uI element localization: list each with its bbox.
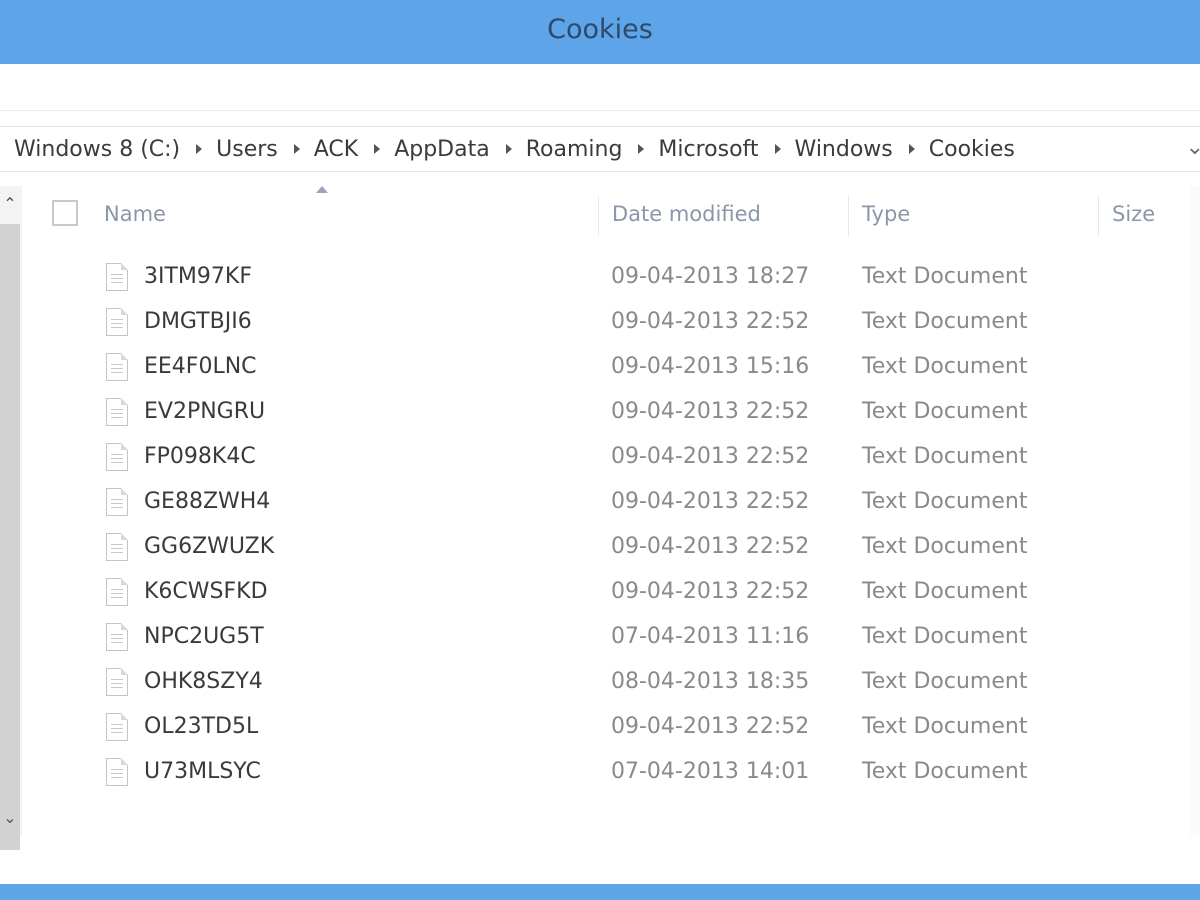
file-date-modified: 09-04-2013 22:52 xyxy=(611,714,810,739)
file-date-modified: 09-04-2013 22:52 xyxy=(611,579,810,604)
file-row[interactable]: NPC2UG5T 07-04-2013 11:16 Text Document xyxy=(0,615,1200,660)
breadcrumb-item-microsoft[interactable]: Microsoft xyxy=(658,137,758,162)
title-bar[interactable]: Cookies xyxy=(0,0,1200,64)
file-name: 3ITM97KF xyxy=(144,264,252,289)
file-row[interactable]: EV2PNGRU 09-04-2013 22:52 Text Document xyxy=(0,390,1200,435)
file-name: EE4F0LNC xyxy=(144,354,257,379)
file-date-modified: 09-04-2013 22:52 xyxy=(611,399,810,424)
file-type: Text Document xyxy=(862,399,1028,424)
column-divider[interactable] xyxy=(1098,196,1099,236)
file-date-modified: 09-04-2013 15:16 xyxy=(611,354,810,379)
breadcrumb-arrow-icon[interactable] xyxy=(196,144,203,154)
file-row[interactable]: FP098K4C 09-04-2013 22:52 Text Document xyxy=(0,435,1200,480)
file-name: K6CWSFKD xyxy=(144,579,268,604)
breadcrumb-arrow-icon[interactable] xyxy=(908,144,915,154)
file-type: Text Document xyxy=(862,669,1028,694)
breadcrumb-item-appdata[interactable]: AppData xyxy=(394,137,490,162)
text-document-icon xyxy=(106,488,128,516)
column-header-date-modified[interactable]: Date modified xyxy=(612,202,761,226)
text-document-icon xyxy=(106,353,128,381)
sort-ascending-icon xyxy=(316,186,328,193)
text-document-icon xyxy=(106,398,128,426)
file-date-modified: 07-04-2013 14:01 xyxy=(611,759,810,784)
chevron-down-icon[interactable]: ⌄ xyxy=(1186,135,1200,160)
file-name: U73MLSYC xyxy=(144,759,261,784)
text-document-icon xyxy=(106,668,128,696)
file-type: Text Document xyxy=(862,309,1028,334)
breadcrumb-item-windows[interactable]: Windows xyxy=(795,137,893,162)
file-row[interactable]: K6CWSFKD 09-04-2013 22:52 Text Document xyxy=(0,570,1200,615)
text-document-icon xyxy=(106,443,128,471)
file-row[interactable]: GE88ZWH4 09-04-2013 22:52 Text Document xyxy=(0,480,1200,525)
breadcrumb-item-ack[interactable]: ACK xyxy=(314,137,358,162)
breadcrumb-arrow-icon[interactable] xyxy=(293,144,300,154)
file-type: Text Document xyxy=(862,444,1028,469)
file-name: GG6ZWUZK xyxy=(144,534,275,559)
file-type: Text Document xyxy=(862,579,1028,604)
file-date-modified: 09-04-2013 18:27 xyxy=(611,264,810,289)
file-row[interactable]: U73MLSYC 07-04-2013 14:01 Text Document xyxy=(0,750,1200,795)
column-header-type[interactable]: Type xyxy=(862,202,910,226)
file-type: Text Document xyxy=(862,624,1028,649)
file-name: EV2PNGRU xyxy=(144,399,266,424)
ribbon xyxy=(0,64,1200,111)
breadcrumb-arrow-icon[interactable] xyxy=(638,144,645,154)
file-name: GE88ZWH4 xyxy=(144,489,271,514)
file-date-modified: 09-04-2013 22:52 xyxy=(611,489,810,514)
breadcrumb-item-users[interactable]: Users xyxy=(216,137,278,162)
window-title: Cookies xyxy=(547,14,653,45)
breadcrumb-item-cookies[interactable]: Cookies xyxy=(929,137,1015,162)
file-type: Text Document xyxy=(862,264,1028,289)
breadcrumb-arrow-icon[interactable] xyxy=(505,144,512,154)
column-header-row: Name Date modified Type Size xyxy=(0,186,1200,242)
scroll-down-icon[interactable]: ⌄ xyxy=(0,806,20,830)
file-date-modified: 09-04-2013 22:52 xyxy=(611,309,810,334)
file-row[interactable]: OL23TD5L 09-04-2013 22:52 Text Document xyxy=(0,705,1200,750)
file-row[interactable]: 3ITM97KF 09-04-2013 18:27 Text Document xyxy=(0,255,1200,300)
text-document-icon xyxy=(106,758,128,786)
text-document-icon xyxy=(106,578,128,606)
column-divider[interactable] xyxy=(598,196,599,236)
text-document-icon xyxy=(106,713,128,741)
text-document-icon xyxy=(106,263,128,291)
breadcrumb-item-roaming[interactable]: Roaming xyxy=(526,137,623,162)
file-row[interactable]: EE4F0LNC 09-04-2013 15:16 Text Document xyxy=(0,345,1200,390)
file-name: FP098K4C xyxy=(144,444,256,469)
file-row[interactable]: OHK8SZY4 08-04-2013 18:35 Text Document xyxy=(0,660,1200,705)
bottom-border xyxy=(0,884,1200,900)
file-name: OL23TD5L xyxy=(144,714,259,739)
breadcrumb-arrow-icon[interactable] xyxy=(774,144,781,154)
column-header-size[interactable]: Size xyxy=(1112,202,1155,226)
file-type: Text Document xyxy=(862,534,1028,559)
breadcrumb-arrow-icon[interactable] xyxy=(374,144,381,154)
file-list: 3ITM97KF 09-04-2013 18:27 Text Document … xyxy=(0,255,1200,795)
file-date-modified: 09-04-2013 22:52 xyxy=(611,444,810,469)
file-type: Text Document xyxy=(862,714,1028,739)
column-divider[interactable] xyxy=(848,196,849,236)
select-all-checkbox[interactable] xyxy=(52,200,78,226)
file-date-modified: 08-04-2013 18:35 xyxy=(611,669,810,694)
file-row[interactable]: GG6ZWUZK 09-04-2013 22:52 Text Document xyxy=(0,525,1200,570)
file-row[interactable]: DMGTBJI6 09-04-2013 22:52 Text Document xyxy=(0,300,1200,345)
file-type: Text Document xyxy=(862,759,1028,784)
file-date-modified: 09-04-2013 22:52 xyxy=(611,534,810,559)
file-name: NPC2UG5T xyxy=(144,624,264,649)
file-type: Text Document xyxy=(862,489,1028,514)
file-name: DMGTBJI6 xyxy=(144,309,252,334)
file-date-modified: 07-04-2013 11:16 xyxy=(611,624,810,649)
text-document-icon xyxy=(106,308,128,336)
file-name: OHK8SZY4 xyxy=(144,669,263,694)
text-document-icon xyxy=(106,533,128,561)
breadcrumb: Windows 8 (C:) Users ACK AppData Roaming Micr… xyxy=(14,136,1015,162)
file-type: Text Document xyxy=(862,354,1028,379)
breadcrumb-item-drive[interactable]: Windows 8 (C:) xyxy=(14,137,180,162)
column-header-name[interactable]: Name xyxy=(104,202,166,226)
text-document-icon xyxy=(106,623,128,651)
address-bar[interactable]: Windows 8 (C:) Users ACK AppData Roaming Micr… xyxy=(0,126,1200,172)
right-pane-edge xyxy=(1190,186,1200,836)
